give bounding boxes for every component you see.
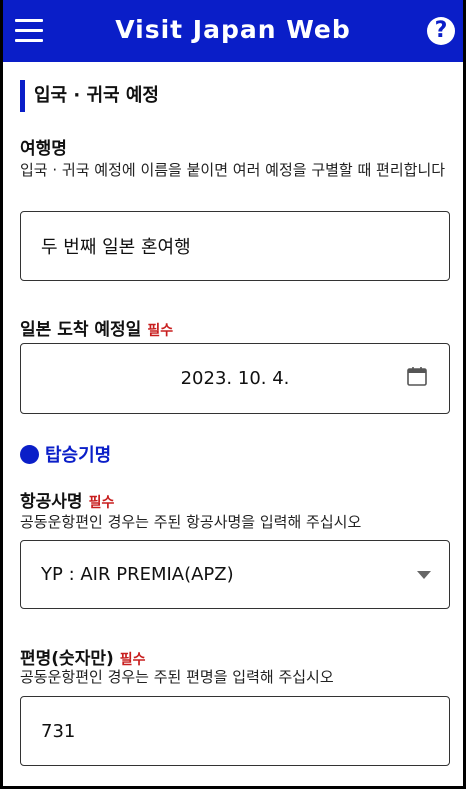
trip-name-label: 여행명: [20, 139, 67, 159]
required-badge: 필수: [147, 323, 174, 339]
app-frame: Visit Japan Web ? 입국 · 귀국 예정 여행명 입국 · 귀국…: [3, 0, 463, 786]
flight-number-value: 731: [41, 720, 76, 742]
flight-subsection-title: 탑승기명: [20, 441, 111, 467]
trip-name-value: 두 번째 일본 혼여행: [41, 237, 191, 258]
arrival-date-value: 2023. 10. 4.: [180, 368, 290, 389]
help-icon[interactable]: ?: [427, 17, 455, 45]
airline-select[interactable]: YP : AIR PREMIA(APZ): [20, 540, 450, 609]
arrival-date-input[interactable]: 2023. 10. 4.: [20, 343, 450, 414]
section-title: 입국 · 귀국 예정: [20, 80, 159, 112]
airline-label-text: 항공사명: [20, 492, 83, 512]
bullet-dot-icon: [20, 444, 39, 464]
dropdown-caret-icon: [417, 571, 431, 579]
flight-number-help: 공동운항편인 경우는 주된 편명을 입력해 주십시오: [20, 668, 334, 686]
flight-number-input[interactable]: 731: [20, 696, 450, 766]
airline-value: YP : AIR PREMIA(APZ): [41, 564, 234, 585]
app-title: Visit Japan Web: [115, 15, 351, 44]
required-badge: 필수: [88, 495, 115, 511]
trip-name-help: 입국 · 귀국 예정에 이름을 붙이면 여러 예정을 구별할 때 편리합니다: [20, 161, 446, 179]
airline-label: 항공사명 필수: [20, 487, 114, 512]
arrival-date-label: 일본 도착 예정일 필수: [20, 315, 173, 340]
airline-help: 공동운항편인 경우는 주된 항공사명을 입력해 주십시오: [20, 513, 362, 531]
calendar-icon[interactable]: [407, 366, 427, 386]
app-header: Visit Japan Web ?: [3, 0, 463, 62]
flight-subsection-label: 탑승기명: [45, 445, 112, 466]
arrival-date-label-text: 일본 도착 예정일: [20, 320, 142, 340]
trip-name-input[interactable]: 두 번째 일본 혼여행: [20, 211, 450, 281]
